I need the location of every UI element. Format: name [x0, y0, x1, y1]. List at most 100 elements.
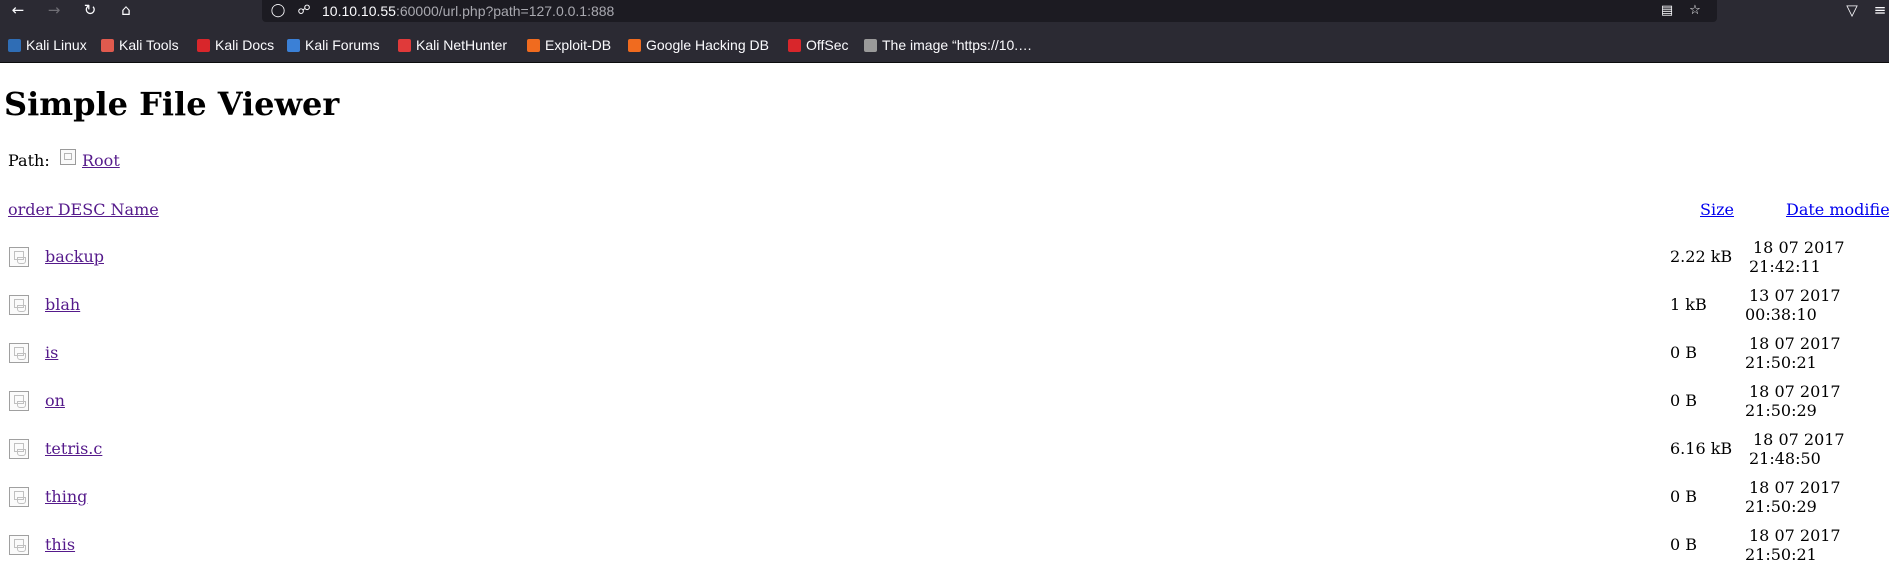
file-date: 18 07 2017 21:50:21 [1745, 334, 1841, 372]
file-row: thing 0 B 18 07 2017 21:50:29 [0, 478, 1889, 519]
file-date-day: 18 07 2017 [1749, 334, 1841, 353]
bookmark-item[interactable]: The image “https://10.… [864, 35, 1032, 55]
file-date-day: 18 07 2017 [1749, 382, 1841, 401]
menu-icon[interactable]: ≡ [1868, 0, 1889, 22]
bookmark-item[interactable]: Kali Tools [101, 35, 179, 55]
sort-size-header[interactable]: Size [1700, 200, 1734, 220]
file-row: is 0 B 18 07 2017 21:50:21 [0, 334, 1889, 375]
folder-image-icon [60, 149, 76, 165]
file-date-time: 21:50:29 [1745, 401, 1817, 420]
file-image-icon [9, 439, 29, 459]
file-date: 18 07 2017 21:50:29 [1745, 478, 1841, 516]
bookmark-item[interactable]: Kali NetHunter [398, 35, 507, 55]
file-image-icon [9, 343, 29, 363]
bookmark-star-icon[interactable]: ☆ [1685, 0, 1705, 22]
file-name-link[interactable]: tetris.c [45, 439, 102, 459]
bookmark-favicon-icon [527, 39, 540, 52]
bookmark-label: Kali Tools [119, 37, 179, 53]
page-title: Simple File Viewer [4, 85, 340, 123]
sort-date-header[interactable]: Date modifie [1786, 200, 1889, 220]
lock-icon[interactable]: ☍ [294, 0, 314, 22]
file-size: 0 B [1670, 535, 1698, 554]
shield-icon[interactable]: ◯ [268, 0, 288, 22]
pocket-icon[interactable]: ▽ [1840, 0, 1864, 22]
url-path: :60000/url.php?path=127.0.0.1:888 [395, 3, 615, 19]
url-text[interactable]: 10.10.10.55:60000/url.php?path=127.0.0.1… [322, 0, 614, 22]
file-date-day: 18 07 2017 [1753, 238, 1845, 257]
bookmark-label: Exploit-DB [545, 37, 612, 53]
file-image-icon [9, 247, 29, 267]
bookmark-favicon-icon [287, 39, 300, 52]
reload-icon[interactable]: ↻ [78, 0, 102, 22]
file-size: 1 kB [1670, 295, 1707, 314]
bookmark-label: Kali Forums [305, 37, 380, 53]
file-date-day: 13 07 2017 [1749, 286, 1841, 305]
file-date-day: 18 07 2017 [1753, 430, 1845, 449]
file-date-time: 21:50:21 [1745, 545, 1817, 564]
bookmark-item[interactable]: OffSec [788, 35, 849, 55]
back-arrow-icon[interactable]: ← [6, 0, 30, 22]
bookmark-item[interactable]: Exploit-DB [527, 35, 611, 55]
file-date: 13 07 2017 00:38:10 [1745, 286, 1841, 324]
bookmark-item[interactable]: Kali Forums [287, 35, 380, 55]
bookmark-favicon-icon [788, 39, 801, 52]
bookmark-item[interactable]: Google Hacking DB [628, 35, 769, 55]
file-name-link[interactable]: thing [45, 487, 87, 507]
bookmark-label: Kali NetHunter [416, 37, 508, 53]
file-date-time: 21:48:50 [1749, 449, 1821, 468]
forward-arrow-icon[interactable]: → [42, 0, 66, 22]
file-image-icon [9, 487, 29, 507]
bookmark-favicon-icon [398, 39, 411, 52]
bookmark-label: Kali Linux [26, 37, 87, 53]
file-date-time: 00:38:10 [1745, 305, 1817, 324]
file-row: on 0 B 18 07 2017 21:50:29 [0, 382, 1889, 423]
reader-view-icon[interactable]: ▤ [1657, 0, 1677, 22]
file-row: backup 2.22 kB 18 07 2017 21:42:11 [0, 238, 1889, 279]
url-bar[interactable]: ◯ ☍ 10.10.10.55:60000/url.php?path=127.0… [262, 0, 1717, 22]
file-date-day: 18 07 2017 [1749, 526, 1841, 545]
file-size: 0 B [1670, 487, 1698, 506]
bookmarks-toolbar: Kali Linux Kali Tools Kali Docs Kali Forums… [0, 22, 1889, 63]
file-date: 18 07 2017 21:50:21 [1745, 526, 1841, 564]
path-root-link[interactable]: Root [82, 151, 120, 171]
bookmark-item[interactable]: Kali Linux [8, 35, 87, 55]
sort-name-header[interactable]: order DESC Name [8, 200, 159, 220]
file-size: 6.16 kB [1670, 439, 1733, 458]
bookmark-favicon-icon [628, 39, 641, 52]
bookmark-label: Kali Docs [215, 37, 275, 53]
bookmark-favicon-icon [8, 39, 21, 52]
file-date: 18 07 2017 21:50:29 [1745, 382, 1841, 420]
file-date-day: 18 07 2017 [1749, 478, 1841, 497]
bookmark-label: Google Hacking DB [646, 37, 769, 53]
file-name-link[interactable]: backup [45, 247, 104, 267]
file-row: tetris.c 6.16 kB 18 07 2017 21:48:50 [0, 430, 1889, 471]
browser-navbar: ← → ↻ ⌂ ◯ ☍ 10.10.10.55:60000/url.php?pa… [0, 0, 1889, 22]
file-name-link[interactable]: this [45, 535, 75, 555]
file-date-time: 21:42:11 [1749, 257, 1821, 276]
file-size: 0 B [1670, 343, 1698, 362]
bookmark-label: OffSec [806, 37, 849, 53]
file-image-icon [9, 391, 29, 411]
file-name-link[interactable]: on [45, 391, 65, 411]
home-icon[interactable]: ⌂ [114, 0, 138, 22]
bookmark-favicon-icon [864, 39, 877, 52]
file-name-link[interactable]: blah [45, 295, 80, 315]
file-size: 2.22 kB [1670, 247, 1733, 266]
file-size: 0 B [1670, 391, 1698, 410]
bookmark-favicon-icon [101, 39, 114, 52]
file-date: 18 07 2017 21:48:50 [1749, 430, 1845, 468]
file-date-time: 21:50:29 [1745, 497, 1817, 516]
file-row: blah 1 kB 13 07 2017 00:38:10 [0, 286, 1889, 327]
file-image-icon [9, 295, 29, 315]
file-date: 18 07 2017 21:42:11 [1749, 238, 1845, 276]
page-content: Simple File Viewer Path: Root order DESC… [0, 63, 1889, 582]
file-image-icon [9, 535, 29, 555]
url-host: 10.10.10.55 [322, 3, 396, 19]
file-name-link[interactable]: is [45, 343, 58, 363]
bookmark-label: The image “https://10.… [882, 37, 1033, 53]
bookmark-item[interactable]: Kali Docs [197, 35, 274, 55]
file-date-time: 21:50:21 [1745, 353, 1817, 372]
file-row: this 0 B 18 07 2017 21:50:21 [0, 526, 1889, 567]
bookmark-favicon-icon [197, 39, 210, 52]
path-label: Path: [8, 151, 50, 170]
